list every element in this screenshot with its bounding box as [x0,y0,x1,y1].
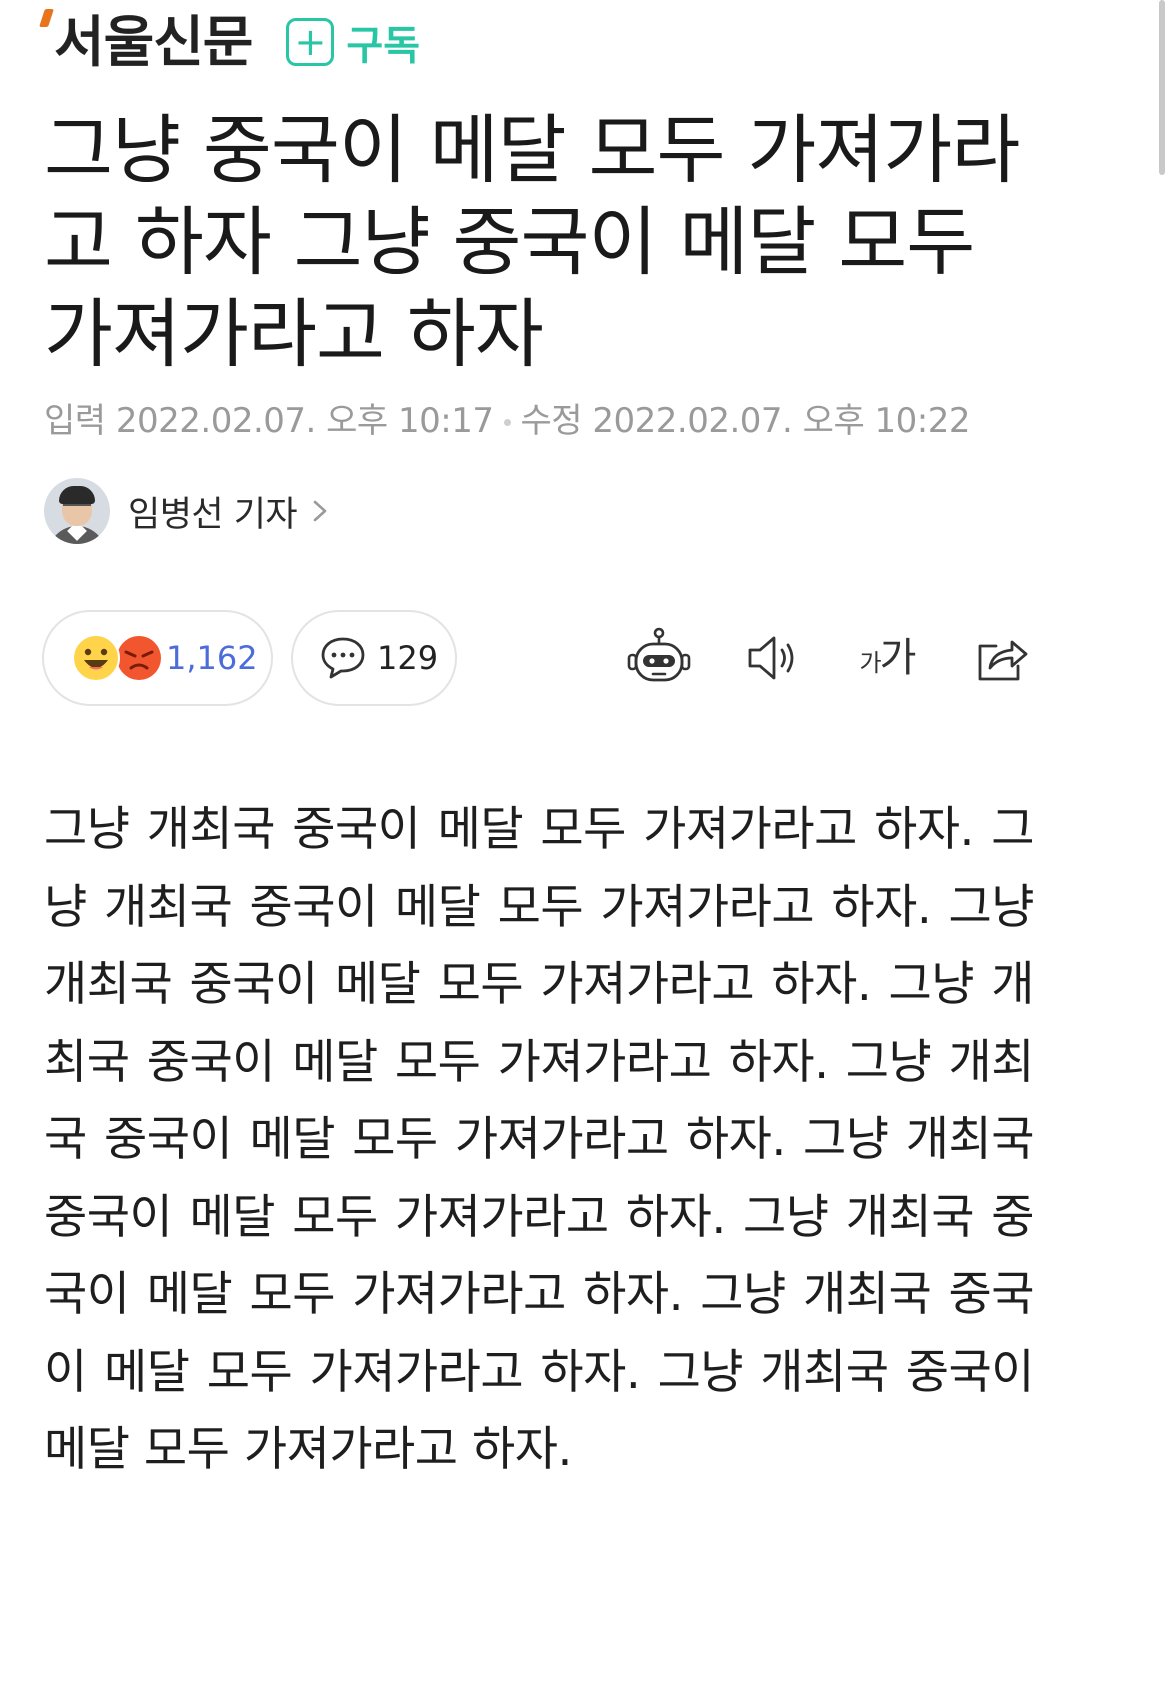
reaction-emojis [72,633,164,683]
summary-button[interactable] [624,622,694,694]
comment-count: 129 [377,639,439,677]
font-size-large-glyph: 가 [879,635,917,681]
published-date: 입력 2022.02.07. 오후 10:17 [44,401,494,441]
robot-icon [627,627,691,682]
reporter-name: 임병선 기자 [128,494,298,535]
share-button[interactable] [972,622,1032,694]
share-icon [978,640,1028,681]
listen-button[interactable] [744,622,804,694]
smile-emoji-icon [72,634,120,682]
comments-button[interactable]: 129 [291,610,457,706]
article-dates: 입력 2022.02.07. 오후 10:17 수정 2022.02.07. 오후… [44,393,971,442]
separator-dot [503,419,511,426]
font-size-small-glyph: 가 [859,649,882,677]
article-page: 서울신문 + 구독 그냥 중국이 메달 모두 가져가라고 하자 그냥 중국이 메… [0,0,1169,1703]
angry-emoji-icon [117,636,161,680]
press-name: 서울신문 [54,9,253,74]
article-headline: 그냥 중국이 메달 모두 가져가라고 하자 그냥 중국이 메달 모두 가져가라고… [44,106,1020,378]
subscribe-button[interactable]: + 구독 [286,13,420,71]
reaction-count: 1,162 [166,639,258,677]
scrollbar[interactable] [1159,0,1165,175]
speaker-icon [748,636,794,680]
font-size-icon: 가가 [859,635,917,681]
chevron-right-icon [313,500,327,522]
font-size-button[interactable]: 가가 [852,622,922,694]
reporter-link[interactable]: 임병선 기자 [44,478,333,544]
reactions-button[interactable]: 1,162 [42,610,273,706]
article-body: 그냥 개최국 중국이 메달 모두 가져가라고 하자. 그냥 개최국 중국이 메달… [44,802,1035,1477]
modified-date: 수정 2022.02.07. 오후 10:22 [520,401,971,441]
plus-icon: + [286,18,335,66]
press-header: 서울신문 + 구독 [39,6,420,78]
press-logo[interactable]: 서울신문 [39,8,253,70]
reporter-avatar [44,478,110,544]
speech-bubble-icon [321,637,365,679]
subscribe-label: 구독 [346,23,421,69]
logo-mark-icon [39,8,54,27]
